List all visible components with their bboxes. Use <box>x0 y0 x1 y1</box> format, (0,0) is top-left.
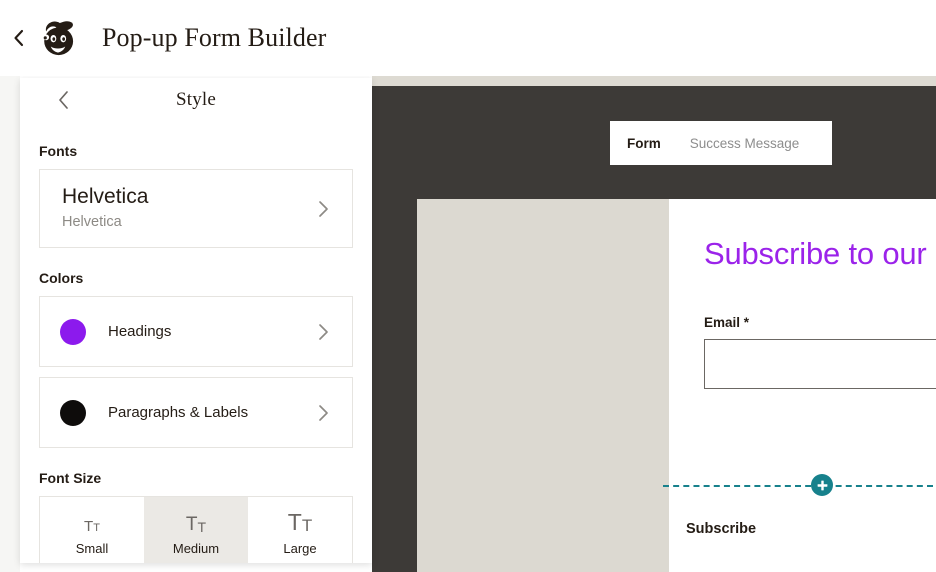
style-panel-header: Style <box>20 78 372 121</box>
back-button[interactable] <box>4 18 34 58</box>
email-input[interactable] <box>704 339 936 389</box>
color-row-headings[interactable]: Headings <box>39 296 353 367</box>
popup-preview-card: Subscribe to our newsletter Email * Subs… <box>417 199 936 572</box>
chevron-right-icon <box>314 323 332 341</box>
popup-image-placeholder[interactable] <box>417 199 669 572</box>
font-size-option-small[interactable]: TT Small <box>40 497 144 563</box>
insert-divider-line <box>663 485 933 487</box>
font-size-small-label: Small <box>75 541 109 556</box>
top-bar: Pop-up Form Builder <box>0 0 936 76</box>
text-size-small-icon: TT <box>84 518 100 535</box>
color-row-paragraphs-labels[interactable]: Paragraphs & Labels <box>39 377 353 448</box>
popup-content-area: Subscribe to our newsletter Email * Subs… <box>663 199 936 572</box>
style-panel-title: Style <box>175 88 217 110</box>
headings-color-label: Headings <box>108 323 172 340</box>
popup-form-builder-app: Pop-up Form Builder Form Success Message… <box>0 0 936 572</box>
add-block-button[interactable] <box>811 474 833 496</box>
heading-font-name: Helvetica <box>62 185 149 208</box>
body-font-name: Helvetica <box>62 214 122 230</box>
insert-block-divider <box>663 474 933 496</box>
chevron-right-icon <box>314 200 332 218</box>
left-rail <box>0 76 20 572</box>
fonts-section-label: Fonts <box>39 143 78 159</box>
tab-form[interactable]: Form <box>627 136 661 151</box>
headings-color-swatch <box>60 318 86 345</box>
tab-success-message[interactable]: Success Message <box>690 136 800 151</box>
font-size-option-large[interactable]: TT Large <box>248 497 352 563</box>
paragraphs-color-swatch <box>60 399 86 426</box>
mailchimp-freddie-logo-icon[interactable] <box>36 16 80 60</box>
canvas-top-strip <box>372 76 936 86</box>
font-selector-row[interactable]: Helvetica Helvetica <box>39 169 353 248</box>
font-size-large-label: Large <box>283 541 317 556</box>
text-size-large-icon: TT <box>287 509 313 535</box>
subscribe-button[interactable]: Subscribe <box>686 521 756 537</box>
popup-heading[interactable]: Subscribe to our newsletter <box>704 233 936 274</box>
colors-section-label: Colors <box>39 270 84 286</box>
style-panel: Style Fonts Helvetica Helvetica Colors H… <box>20 78 372 563</box>
form-canvas: Form Success Message Subscribe to our ne… <box>372 86 936 572</box>
email-field-label: Email * <box>704 315 750 330</box>
page-title: Pop-up Form Builder <box>102 23 327 52</box>
font-size-segmented-control: TT Small TT Medium TT Large <box>39 496 353 563</box>
font-selector-texts: Helvetica Helvetica <box>62 184 314 233</box>
font-size-medium-label: Medium <box>172 541 220 556</box>
canvas-tab-bar: Form Success Message <box>610 121 832 165</box>
chevron-right-icon <box>314 404 332 422</box>
font-size-option-medium[interactable]: TT Medium <box>144 497 248 563</box>
text-size-medium-icon: TT <box>185 514 207 535</box>
font-size-section-label: Font Size <box>39 470 102 486</box>
style-panel-back-button[interactable] <box>50 86 78 114</box>
paragraphs-color-label: Paragraphs & Labels <box>108 404 249 421</box>
